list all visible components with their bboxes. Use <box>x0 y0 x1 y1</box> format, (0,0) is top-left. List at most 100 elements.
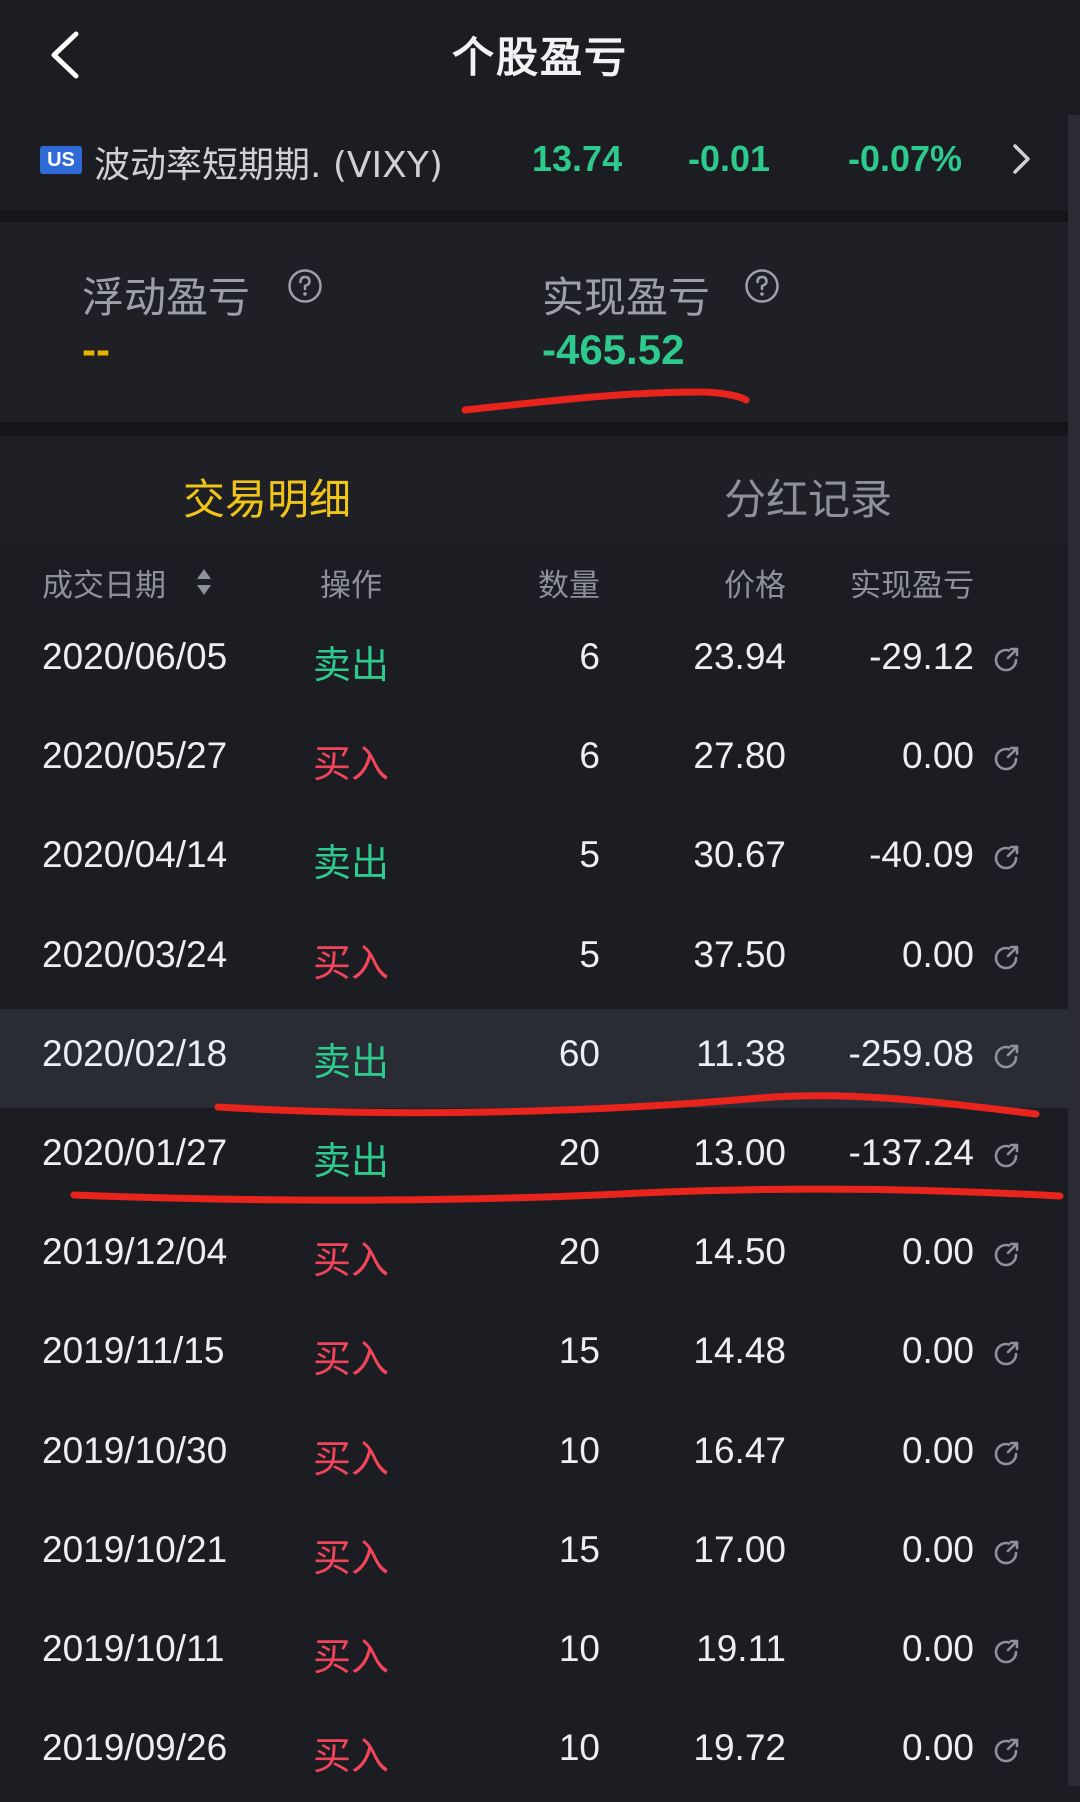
trade-quantity: 20 <box>558 1231 600 1273</box>
share-arrow-icon[interactable] <box>990 1438 1022 1470</box>
trade-price: 30.67 <box>693 834 786 876</box>
trade-operation: 买入 <box>313 940 390 985</box>
table-row[interactable]: 2020/03/24 买入 5 37.50 0.00 <box>0 910 1068 1009</box>
trade-operation: 卖出 <box>313 643 390 687</box>
table-row[interactable]: 2019/10/11 买入 10 19.11 0.00 <box>0 1604 1068 1703</box>
table-row[interactable]: 2019/11/15 买入 15 14.48 0.00 <box>0 1306 1068 1405</box>
page-title: 个股盈亏 <box>451 33 628 82</box>
trade-price: 27.80 <box>693 735 786 777</box>
table-row[interactable]: 2020/05/27 买入 6 27.80 0.00 <box>0 711 1068 810</box>
share-arrow-icon[interactable] <box>990 842 1022 874</box>
trade-realized-pnl: 0.00 <box>901 1330 974 1372</box>
trade-realized-pnl: -259.08 <box>848 1032 975 1074</box>
table-row[interactable]: 2019/10/21 买入 15 17.00 0.00 <box>0 1505 1068 1604</box>
trade-quantity: 10 <box>558 1627 600 1669</box>
trade-date: 2020/05/27 <box>42 735 228 777</box>
trade-realized-pnl: 0.00 <box>901 1627 974 1669</box>
realized-pnl-value: -465.52 <box>542 326 685 373</box>
trade-realized-pnl: -137.24 <box>848 1131 975 1173</box>
trade-list: 2020/06/05 卖出 6 23.94 -29.12 2020/05/27 … <box>0 612 1068 1802</box>
trade-quantity: 5 <box>579 834 600 876</box>
share-arrow-icon[interactable] <box>990 743 1022 775</box>
table-row[interactable]: 2020/04/14 卖出 5 30.67 -40.09 <box>0 810 1068 909</box>
trade-realized-pnl: 0.00 <box>901 1231 974 1273</box>
tab-trade-details[interactable]: 交易明细 <box>183 466 351 527</box>
top-bar: 个股盈亏 <box>0 0 1080 110</box>
trade-date: 2019/10/11 <box>42 1627 225 1669</box>
trade-date: 2020/02/18 <box>42 1032 228 1074</box>
section-divider <box>0 422 1068 436</box>
share-arrow-icon[interactable] <box>990 1537 1022 1569</box>
trade-quantity: 15 <box>558 1528 600 1570</box>
share-arrow-icon[interactable] <box>990 1140 1022 1172</box>
table-row[interactable]: 2019/12/04 买入 20 14.50 0.00 <box>0 1207 1068 1306</box>
share-arrow-icon[interactable] <box>990 1338 1022 1370</box>
trade-date: 2020/06/05 <box>42 636 228 677</box>
trade-quantity: 6 <box>579 636 600 677</box>
market-badge: US <box>40 146 82 174</box>
trade-quantity: 20 <box>558 1131 600 1173</box>
trade-realized-pnl: 0.00 <box>901 933 974 975</box>
realized-pnl-label: 实现盈亏 <box>542 273 711 322</box>
trade-price: 19.72 <box>693 1727 786 1769</box>
column-header-date[interactable]: 成交日期 <box>42 560 166 605</box>
tab-bar: 交易明细 分红记录 <box>0 436 1068 544</box>
trade-price: 17.00 <box>693 1528 786 1570</box>
trade-date: 2020/01/27 <box>42 1131 228 1173</box>
trade-price: 23.94 <box>693 636 786 677</box>
stock-name[interactable]: 波动率短期期. (VIXY) <box>94 136 443 188</box>
sort-icon[interactable] <box>196 568 212 596</box>
chevron-right-icon[interactable] <box>1010 142 1034 176</box>
trade-realized-pnl: -40.09 <box>869 834 974 876</box>
trade-realized-pnl: 0.00 <box>901 1727 974 1769</box>
floating-pnl-value: -- <box>82 326 110 373</box>
pnl-summary-card: 浮动盈亏 -- 实现盈亏 -465.52 <box>0 222 1068 422</box>
table-header: 成交日期 操作 数量 价格 实现盈亏 <box>0 546 1068 612</box>
trade-realized-pnl: -29.12 <box>869 636 974 677</box>
trade-operation: 卖出 <box>313 841 390 886</box>
tab-dividend-records[interactable]: 分红记录 <box>724 466 892 527</box>
trade-operation: 买入 <box>313 1535 390 1580</box>
trade-operation: 卖出 <box>313 1039 390 1084</box>
floating-pnl-label: 浮动盈亏 <box>82 273 251 322</box>
table-row[interactable]: 2019/10/30 买入 10 16.47 0.00 <box>0 1406 1068 1505</box>
trade-price: 16.47 <box>693 1429 786 1471</box>
share-arrow-icon[interactable] <box>990 1041 1022 1073</box>
table-row[interactable]: 2019/09/26 买入 10 19.72 0.00 <box>0 1703 1068 1802</box>
column-header-quantity: 数量 <box>538 568 600 604</box>
trade-operation: 买入 <box>313 1734 390 1779</box>
share-arrow-icon[interactable] <box>990 644 1022 676</box>
trade-realized-pnl: 0.00 <box>901 1429 974 1471</box>
trade-operation: 买入 <box>313 1634 390 1679</box>
table-row[interactable]: 2020/02/18 卖出 60 11.38 -259.08 <box>0 1008 1068 1108</box>
help-icon[interactable] <box>287 268 323 304</box>
trade-quantity: 5 <box>579 933 600 975</box>
trade-price: 37.50 <box>693 933 786 975</box>
trade-price: 13.00 <box>693 1131 786 1173</box>
trade-quantity: 15 <box>558 1330 600 1372</box>
trade-quantity: 6 <box>579 735 600 777</box>
share-arrow-icon[interactable] <box>990 1239 1022 1271</box>
share-arrow-icon[interactable] <box>990 1735 1022 1767</box>
table-row[interactable]: 2020/06/05 卖出 6 23.94 -29.12 <box>0 612 1068 711</box>
trade-date: 2019/10/30 <box>42 1429 228 1471</box>
trade-date: 2020/04/14 <box>42 834 228 876</box>
share-arrow-icon[interactable] <box>990 942 1022 974</box>
trade-date: 2019/10/21 <box>42 1528 228 1570</box>
column-header-price: 价格 <box>724 568 786 604</box>
table-row[interactable]: 2020/01/27 卖出 20 13.00 -137.24 <box>0 1108 1068 1207</box>
share-arrow-icon[interactable] <box>990 1636 1022 1668</box>
scrollbar[interactable] <box>1068 115 1080 1786</box>
help-icon[interactable] <box>744 268 780 304</box>
trade-operation: 买入 <box>313 1337 390 1382</box>
trade-quantity: 10 <box>558 1727 600 1769</box>
trade-price: 14.48 <box>693 1330 786 1372</box>
column-header-realized-pnl: 实现盈亏 <box>850 568 974 604</box>
trade-operation: 买入 <box>313 1436 390 1481</box>
stock-price: 13.74 <box>532 138 623 179</box>
trade-date: 2019/11/15 <box>42 1330 225 1372</box>
trade-price: 19.11 <box>696 1627 786 1669</box>
stock-change-pct: -0.07% <box>848 138 963 179</box>
column-header-operation: 操作 <box>320 568 382 604</box>
trade-date: 2020/03/24 <box>42 933 228 975</box>
